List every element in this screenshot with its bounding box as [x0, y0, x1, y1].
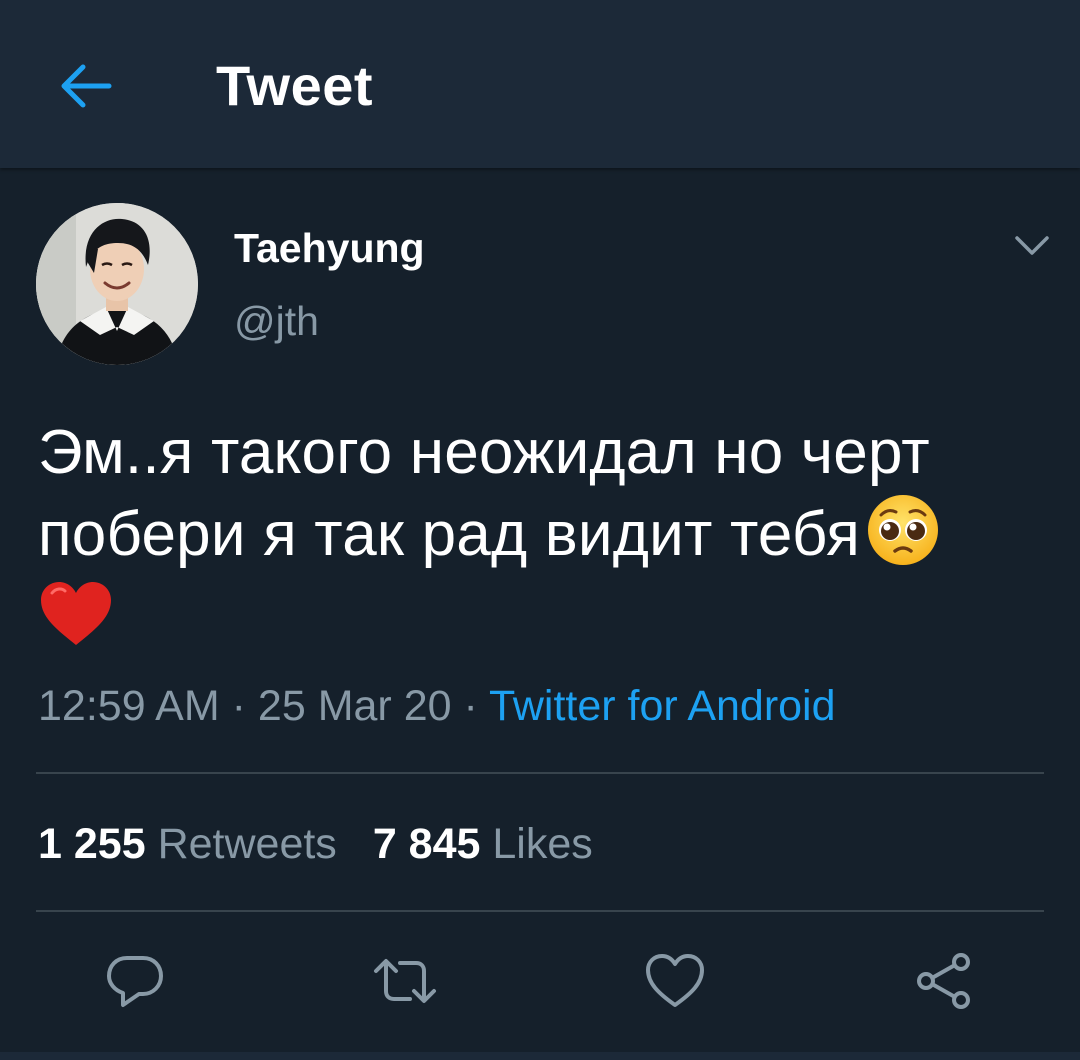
back-button[interactable] [56, 58, 116, 114]
like-icon [646, 954, 704, 1007]
tweet-stats: 1 255 Retweets 7 845 Likes [38, 818, 593, 870]
page-title: Tweet [216, 54, 374, 117]
avatar-photo [36, 203, 198, 365]
arrow-left-icon [61, 64, 112, 108]
red-heart-emoji [41, 582, 111, 645]
author-display-name[interactable]: Taehyung [234, 224, 425, 272]
retweets-label: Retweets [157, 820, 337, 868]
tweet-options-button[interactable] [1010, 226, 1054, 266]
tweet-text-line-2: побери я так рад видит тебя [38, 493, 1038, 575]
tweet-date: 25 Mar 20 [257, 682, 452, 730]
tweet-text-line-1: Эм..я такого неожидал но черт [38, 418, 930, 487]
meta-separator: · [463, 682, 478, 730]
likes-stat[interactable]: 7 845 Likes [373, 820, 593, 868]
divider [36, 910, 1044, 912]
retweets-stat[interactable]: 1 255 Retweets [38, 820, 337, 868]
likes-count: 7 845 [372, 820, 481, 868]
divider [36, 772, 1044, 774]
like-button[interactable] [642, 948, 708, 1014]
top-app-bar: Tweet [0, 0, 1080, 168]
share-button[interactable] [912, 948, 978, 1014]
reply-button[interactable] [102, 948, 168, 1014]
tweet-text-line-3 [38, 575, 1038, 655]
share-icon [917, 953, 970, 1009]
tweet-time: 12:59 AM [38, 682, 220, 730]
tweet-text-line-2-text: побери я так рад видит тебя [38, 500, 860, 569]
retweet-button[interactable] [372, 948, 438, 1014]
pleading-face-emoji [868, 495, 938, 565]
chevron-down-icon [1015, 236, 1049, 255]
tweet-meta: 12:59 AM · 25 Mar 20 · Twitter for Andro… [38, 680, 836, 732]
likes-label: Likes [492, 820, 593, 868]
retweets-count: 1 255 [38, 820, 146, 868]
retweet-icon [374, 959, 436, 1003]
tweet-text: Эм..я такого неожидал но черт побери я т… [38, 413, 1038, 655]
meta-separator: · [231, 682, 246, 730]
avatar[interactable] [36, 203, 198, 365]
author-handle[interactable]: @jth [234, 297, 319, 345]
reply-icon [107, 956, 163, 1007]
bottom-edge [0, 1052, 1080, 1060]
tweet-source-link[interactable]: Twitter for Android [489, 682, 836, 730]
